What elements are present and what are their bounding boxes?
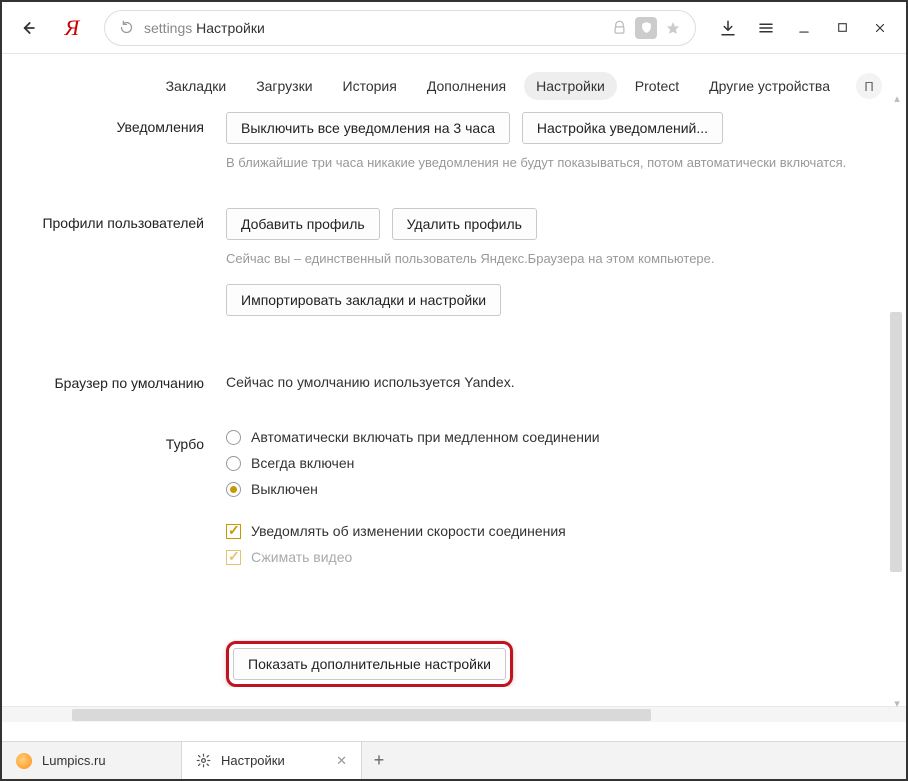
row-turbo: Турбо Автоматически включать при медленн… bbox=[26, 429, 882, 575]
profiles-hint: Сейчас вы – единственный пользователь Ян… bbox=[226, 250, 882, 268]
radio-icon bbox=[226, 430, 241, 445]
vertical-scroll-thumb[interactable] bbox=[890, 312, 902, 572]
window-controls-group bbox=[710, 10, 898, 46]
turbo-option-always[interactable]: Всегда включен bbox=[226, 455, 882, 471]
row-profiles: Профили пользователей Добавить профиль У… bbox=[26, 208, 882, 316]
turbo-notify-checkbox[interactable]: Уведомлять об изменении скорости соедине… bbox=[226, 523, 882, 539]
tab-label: Настройки bbox=[221, 753, 285, 768]
turbo-always-label: Всегда включен bbox=[251, 455, 354, 471]
label-turbo: Турбо bbox=[26, 429, 226, 575]
window-maximize-button[interactable] bbox=[824, 10, 860, 46]
nav-addons[interactable]: Дополнения bbox=[415, 72, 518, 100]
notifications-hint: В ближайшие три часа никакие уведомления… bbox=[226, 154, 882, 172]
reload-icon[interactable] bbox=[119, 20, 134, 35]
show-advanced-button[interactable]: Показать дополнительные настройки bbox=[233, 648, 506, 680]
menu-button[interactable] bbox=[748, 10, 784, 46]
row-notifications: Уведомления Выключить все уведомления на… bbox=[26, 112, 882, 172]
maximize-icon bbox=[836, 21, 849, 34]
browser-tab-bar: Lumpics.ru Настройки ✕ + bbox=[2, 741, 906, 779]
turbo-compress-checkbox: Сжимать видео bbox=[226, 549, 882, 565]
gear-icon bbox=[196, 753, 211, 768]
nav-downloads[interactable]: Загрузки bbox=[244, 72, 324, 100]
remove-profile-button[interactable]: Удалить профиль bbox=[392, 208, 537, 240]
protect-shield-icon[interactable] bbox=[635, 17, 657, 39]
turbo-compress-label: Сжимать видео bbox=[251, 549, 352, 565]
tab-close-icon[interactable]: ✕ bbox=[336, 753, 347, 769]
tab-lumpics[interactable]: Lumpics.ru bbox=[2, 742, 182, 779]
browser-toolbar: Я settings Настройки bbox=[2, 2, 906, 54]
horizontal-scroll-thumb[interactable] bbox=[72, 709, 651, 721]
nav-bookmarks[interactable]: Закладки bbox=[154, 72, 239, 100]
disable-notifications-button[interactable]: Выключить все уведомления на 3 часа bbox=[226, 112, 510, 144]
nav-profile-badge[interactable]: П bbox=[856, 73, 882, 99]
favicon-icon bbox=[16, 753, 32, 769]
horizontal-scrollbar[interactable] bbox=[2, 706, 906, 722]
back-button[interactable] bbox=[10, 10, 46, 46]
turbo-option-auto[interactable]: Автоматически включать при медленном сое… bbox=[226, 429, 882, 445]
bookmark-star-icon[interactable] bbox=[665, 20, 681, 36]
nav-settings[interactable]: Настройки bbox=[524, 72, 617, 100]
row-default-browser: Браузер по умолчанию Сейчас по умолчанию… bbox=[26, 368, 882, 393]
download-icon bbox=[719, 19, 737, 37]
address-text: settings Настройки bbox=[144, 20, 602, 36]
add-profile-button[interactable]: Добавить профиль bbox=[226, 208, 380, 240]
turbo-off-label: Выключен bbox=[251, 481, 318, 497]
arrow-left-icon bbox=[18, 18, 38, 38]
close-icon bbox=[873, 21, 887, 35]
home-logo[interactable]: Я bbox=[54, 10, 90, 46]
notification-settings-button[interactable]: Настройка уведомлений... bbox=[522, 112, 723, 144]
turbo-option-off[interactable]: Выключен bbox=[226, 481, 882, 497]
turbo-auto-label: Автоматически включать при медленном сое… bbox=[251, 429, 600, 445]
checkbox-icon bbox=[226, 550, 241, 565]
minimize-icon bbox=[797, 21, 811, 35]
yandex-logo-icon: Я bbox=[65, 15, 79, 41]
radio-icon bbox=[226, 482, 241, 497]
lock-icon[interactable] bbox=[612, 20, 627, 35]
new-tab-button[interactable]: + bbox=[362, 742, 396, 779]
nav-history[interactable]: История bbox=[331, 72, 409, 100]
scroll-up-icon[interactable]: ▴ bbox=[892, 92, 902, 104]
hamburger-icon bbox=[757, 19, 775, 37]
vertical-scrollbar[interactable]: ▴ ▾ bbox=[890, 92, 904, 709]
settings-content: Уведомления Выключить все уведомления на… bbox=[2, 112, 906, 722]
import-bookmarks-button[interactable]: Импортировать закладки и настройки bbox=[226, 284, 501, 316]
settings-scroll: Уведомления Выключить все уведомления на… bbox=[2, 112, 906, 687]
nav-protect[interactable]: Protect bbox=[623, 72, 691, 100]
radio-icon bbox=[226, 456, 241, 471]
row-advanced: Показать дополнительные настройки bbox=[26, 641, 882, 687]
label-default-browser: Браузер по умолчанию bbox=[26, 368, 226, 393]
label-profiles: Профили пользователей bbox=[26, 208, 226, 316]
checkbox-icon bbox=[226, 524, 241, 539]
window-close-button[interactable] bbox=[862, 10, 898, 46]
nav-devices[interactable]: Другие устройства bbox=[697, 72, 842, 100]
turbo-notify-label: Уведомлять об изменении скорости соедине… bbox=[251, 523, 566, 539]
tab-label: Lumpics.ru bbox=[42, 753, 106, 768]
address-bar[interactable]: settings Настройки bbox=[104, 10, 696, 46]
window-minimize-button[interactable] bbox=[786, 10, 822, 46]
advanced-highlight: Показать дополнительные настройки bbox=[226, 641, 513, 687]
scroll-down-icon[interactable]: ▾ bbox=[892, 697, 902, 709]
address-right-group bbox=[612, 17, 681, 39]
default-browser-text: Сейчас по умолчанию используется Yandex. bbox=[226, 374, 515, 390]
label-notifications: Уведомления bbox=[26, 112, 226, 172]
tab-settings[interactable]: Настройки ✕ bbox=[182, 742, 362, 779]
downloads-button[interactable] bbox=[710, 10, 746, 46]
settings-nav: Закладки Загрузки История Дополнения Нас… bbox=[2, 54, 906, 112]
